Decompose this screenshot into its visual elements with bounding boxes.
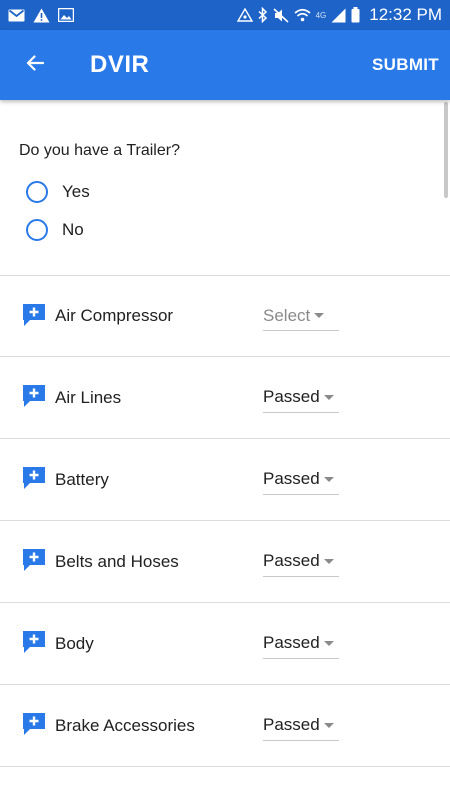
signal-icon <box>331 8 346 23</box>
inspection-item-label: Air Compressor <box>55 306 174 325</box>
bluetooth-icon <box>258 7 268 23</box>
dropdown-arrow-icon <box>314 313 325 318</box>
trailer-no-option[interactable]: No <box>26 219 84 241</box>
add-comment-icon[interactable] <box>22 712 46 736</box>
app-bar: DVIR SUBMIT <box>0 30 450 100</box>
add-comment-icon[interactable] <box>22 466 46 490</box>
inspection-item-label: Brake Accessories <box>55 715 195 735</box>
dropdown-value: Passed <box>263 633 320 652</box>
status-dropdown[interactable]: Select <box>263 301 339 331</box>
add-comment-icon[interactable] <box>22 303 46 327</box>
status-bar: 4G 12:32 PM <box>0 0 450 30</box>
scrollbar[interactable] <box>444 102 448 198</box>
network-type-label: 4G <box>315 10 327 20</box>
trailer-question: Do you have a Trailer? <box>19 142 180 159</box>
inspection-item-label: Belts and Hoses <box>55 551 179 571</box>
status-dropdown[interactable]: Passed <box>263 465 339 495</box>
status-time: 12:32 PM <box>369 5 442 24</box>
warning-icon <box>33 8 50 23</box>
submit-button[interactable]: SUBMIT <box>372 55 439 75</box>
back-button[interactable] <box>0 30 70 100</box>
status-dropdown[interactable]: Passed <box>263 711 339 741</box>
radio-label-no: No <box>62 220 84 239</box>
status-dropdown[interactable]: Passed <box>263 383 339 413</box>
wifi-icon <box>294 8 311 22</box>
arrow-back-icon <box>26 54 45 76</box>
inspection-item-brake-accessories: Brake Accessories Passed <box>0 685 450 767</box>
dropdown-arrow-icon <box>323 476 334 482</box>
inspection-item-label: Body <box>55 633 94 653</box>
data-saver-icon <box>236 8 253 22</box>
dropdown-arrow-icon <box>323 558 334 564</box>
dropdown-value: Passed <box>263 469 320 488</box>
dropdown-arrow-icon <box>323 722 334 728</box>
add-comment-icon[interactable] <box>22 548 46 572</box>
inspection-item-air-compressor: Air Compressor Select <box>0 275 450 357</box>
radio-label-yes: Yes <box>62 182 90 201</box>
image-icon <box>58 8 74 22</box>
dropdown-arrow-icon <box>323 640 334 646</box>
dropdown-value: Passed <box>263 387 320 406</box>
dvir-form: Do you have a Trailer? Yes No Air Compre… <box>0 100 450 800</box>
status-left-icons <box>8 8 74 23</box>
dropdown-value: Passed <box>263 715 320 734</box>
page-title: DVIR <box>90 51 150 78</box>
inspection-item-belts-and-hoses: Belts and Hoses Passed <box>0 521 450 603</box>
inspection-item-label: Air Lines <box>55 387 122 407</box>
inspection-item-body: Body Passed <box>0 603 450 685</box>
dropdown-value: Select <box>263 305 311 325</box>
dropdown-value: Passed <box>263 551 320 570</box>
radio-button-yes[interactable] <box>26 181 48 203</box>
radio-button-no[interactable] <box>26 219 48 241</box>
mute-icon <box>273 7 289 23</box>
dropdown-arrow-icon <box>323 394 334 400</box>
inspection-item-air-lines: Air Lines Passed <box>0 357 450 439</box>
inspection-item-battery: Battery Passed <box>0 439 450 521</box>
inspection-list: Air Compressor Select Air Lines Passed B… <box>0 275 450 767</box>
status-dropdown[interactable]: Passed <box>263 547 339 577</box>
status-right-icons: 4G 12:32 PM <box>236 5 442 25</box>
trailer-yes-option[interactable]: Yes <box>26 181 90 203</box>
battery-icon <box>351 7 360 23</box>
status-dropdown[interactable]: Passed <box>263 629 339 659</box>
gmail-icon <box>8 9 25 22</box>
add-comment-icon[interactable] <box>22 384 46 408</box>
inspection-item-label: Battery <box>55 469 109 489</box>
add-comment-icon[interactable] <box>22 630 46 654</box>
